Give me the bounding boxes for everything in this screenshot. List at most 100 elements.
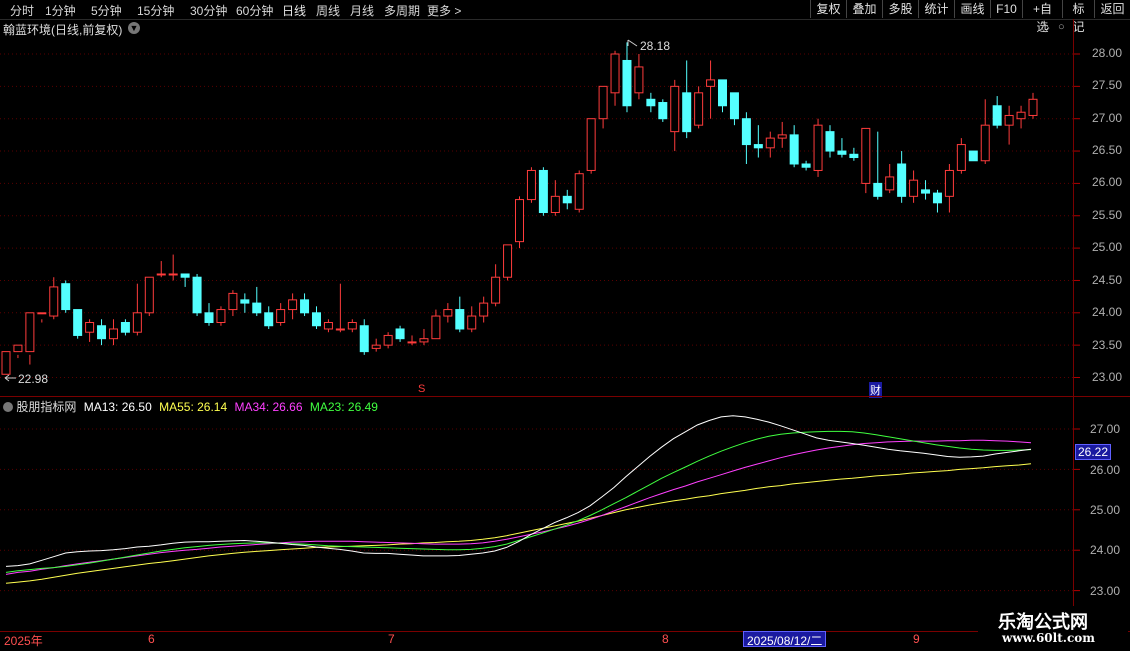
right-axis-line <box>1073 19 1074 631</box>
candle-up <box>503 244 513 278</box>
candle-up <box>980 124 990 162</box>
candle-down <box>622 59 632 107</box>
candle-up <box>288 299 298 311</box>
chart-canvas[interactable] <box>0 0 1130 650</box>
price-tick: 27.50 <box>1092 78 1123 92</box>
indicator-menu-icon[interactable] <box>3 402 13 412</box>
ma13-readout: MA13: 26.50 <box>83 400 152 414</box>
ma23-line <box>5 430 1032 573</box>
indicator-tick: 27.00 <box>1090 422 1121 436</box>
candle-up <box>765 137 775 149</box>
candle-up <box>25 312 35 353</box>
candle-up <box>634 66 644 94</box>
candle-up <box>586 118 596 171</box>
candle-down <box>718 79 728 107</box>
ma23-readout: MA23: 26.49 <box>309 400 378 414</box>
ma55-readout: MA55: 26.14 <box>159 400 228 414</box>
high-price-label: 28.18 <box>640 39 671 53</box>
price-tick: 24.50 <box>1092 273 1123 287</box>
candle-down <box>849 153 859 159</box>
candle-up <box>479 302 489 317</box>
candle-up <box>144 276 154 314</box>
candle-down <box>192 276 202 314</box>
candle-up <box>526 169 536 201</box>
candle-down <box>538 169 548 214</box>
candle-down <box>240 299 250 304</box>
candle-down <box>204 312 214 324</box>
candle-down <box>837 150 847 155</box>
candle-up <box>777 134 787 139</box>
candle-up <box>467 315 477 330</box>
candle-up <box>909 179 919 197</box>
indicator-tick: 26.00 <box>1090 463 1121 477</box>
marker-s[interactable]: S <box>418 383 425 395</box>
candle-up <box>383 334 393 346</box>
ma34-readout: MA34: 26.66 <box>234 400 303 414</box>
ma-lines <box>5 415 1032 584</box>
current-value-badge: 26.22 <box>1075 444 1112 460</box>
candlestick-series <box>1 42 1038 379</box>
watermark-url: www.60lt.com <box>1002 631 1095 645</box>
candle-up <box>276 309 286 324</box>
candle-down <box>932 192 942 204</box>
candle-down <box>252 302 262 314</box>
indicator-name: 股朋指标网 <box>16 400 77 414</box>
candle-up <box>216 309 226 324</box>
candle-down <box>682 92 692 133</box>
candle-up <box>419 338 429 343</box>
candle-down <box>897 163 907 197</box>
price-tick: 25.50 <box>1092 208 1123 222</box>
candle-down <box>359 325 369 353</box>
candle-up <box>706 79 716 87</box>
candle-down <box>73 309 83 336</box>
candle-up <box>694 92 704 126</box>
candle-down <box>395 328 405 340</box>
low-price-label: 22.98 <box>18 372 49 386</box>
time-label-year: 2025年 <box>4 634 43 648</box>
indicator-tick: 25.00 <box>1090 503 1121 517</box>
candle-down <box>97 325 107 340</box>
candle-up <box>944 169 954 197</box>
candle-down <box>801 163 811 168</box>
candle-down <box>921 189 931 194</box>
candle-down <box>873 182 883 197</box>
panel-separator <box>0 396 1130 397</box>
candle-up <box>85 322 95 333</box>
candle-down <box>120 322 130 333</box>
candle-down <box>300 299 310 314</box>
candle-up <box>956 144 966 171</box>
candle-up <box>49 286 59 317</box>
axis-ticks <box>4 39 1080 592</box>
candle-down <box>264 312 274 327</box>
candle-up <box>515 199 524 243</box>
candle-up <box>491 276 501 304</box>
candle-down <box>753 144 763 149</box>
candle-up <box>861 127 871 184</box>
candle-down <box>311 312 321 327</box>
ma13-line <box>5 415 1032 567</box>
candle-up <box>1028 98 1038 116</box>
time-label-month: 8 <box>662 632 669 646</box>
candle-up <box>132 312 142 333</box>
time-label-month: 6 <box>148 632 155 646</box>
candle-up <box>335 328 345 331</box>
candle-down <box>825 131 835 152</box>
price-tick: 23.00 <box>1092 370 1123 384</box>
candle-down <box>729 92 739 120</box>
candle-down <box>180 273 190 278</box>
candle-up <box>1004 114 1014 126</box>
candle-up <box>443 309 453 317</box>
candle-down <box>789 134 799 165</box>
candle-up <box>431 315 441 340</box>
high-pointer <box>627 39 638 47</box>
candle-up <box>156 273 166 276</box>
candle-up <box>347 322 357 330</box>
ma34-line <box>5 439 1032 575</box>
cursor-date-badge: 2025/08/12/二 <box>743 631 827 648</box>
indicator-tick: 23.00 <box>1090 584 1121 598</box>
candle-up <box>885 176 895 191</box>
candle-up <box>1016 111 1026 120</box>
candle-up <box>610 53 620 94</box>
candle-up <box>323 322 333 330</box>
price-tick: 27.00 <box>1092 111 1123 125</box>
